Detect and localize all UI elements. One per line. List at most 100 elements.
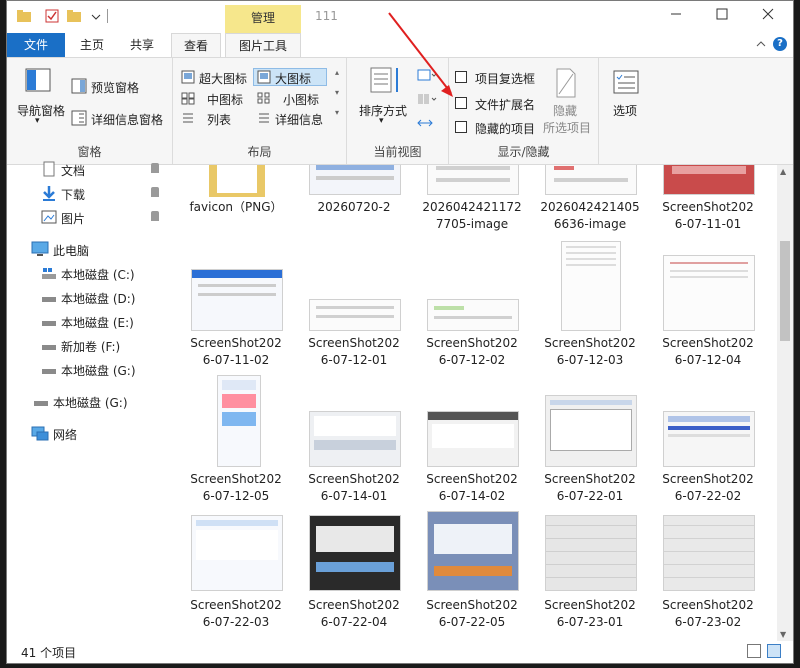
layout-expand-icon[interactable]: ▾ (335, 108, 339, 117)
layout-group-label: 布局 (247, 145, 272, 159)
file-name-line2: 6-07-12-03 (556, 353, 624, 367)
preview-pane-button[interactable]: 预览窗格 (91, 79, 139, 96)
nav-item-drive-g-root[interactable]: 本地磁盘 (G:) (7, 391, 165, 413)
large-icons-view-toggle-icon[interactable] (767, 644, 781, 658)
scroll-up-icon[interactable]: ▲ (780, 167, 786, 176)
large-icons-icon (257, 70, 271, 87)
item-checkboxes-label[interactable]: 项目复选框 (475, 70, 535, 87)
brick-texture-thumbnail (545, 515, 637, 591)
nav-item-downloads[interactable]: 下载 (7, 183, 165, 205)
options-button[interactable]: 选项 (613, 102, 637, 119)
navigation-pane-button[interactable]: 导航窗格 (17, 102, 65, 119)
file-name-line1: ScreenShot202 (544, 598, 636, 612)
file-item[interactable]: favicon（PNG） (177, 165, 289, 273)
chevron-down-icon[interactable]: ▾ (379, 116, 384, 126)
file-name-line2: 6-07-11-01 (674, 217, 742, 231)
file-item[interactable]: ScreenShot202 6-07-12-01 (295, 265, 407, 397)
file-item[interactable]: ScreenShot202 6-07-23-01 (531, 515, 643, 641)
file-item[interactable]: ScreenShot202 6-07-12-05 (177, 375, 289, 533)
nav-item-network[interactable]: 网络 (7, 423, 165, 445)
file-item[interactable]: 20260720-2 (295, 165, 407, 273)
pin-icon[interactable] (151, 211, 159, 221)
scrollbar-thumb[interactable] (780, 241, 790, 341)
help-icon[interactable]: ? (773, 37, 787, 51)
collapse-ribbon-icon[interactable] (755, 38, 767, 53)
nav-item-this-pc[interactable]: 此电脑 (7, 239, 165, 261)
pin-icon[interactable] (151, 163, 159, 173)
status-bar: 41 个项目 (7, 641, 793, 663)
medium-icons-option[interactable]: 中图标 (207, 91, 243, 108)
layout-scroll-up-icon[interactable]: ▴ (335, 68, 339, 77)
folder-icon (207, 165, 267, 202)
image-thumbnail (309, 165, 401, 195)
hidden-items-checkbox[interactable] (455, 121, 467, 133)
file-item[interactable]: 2026042421172 7705-image (413, 165, 525, 273)
file-name-line1: ScreenShot202 (190, 336, 282, 350)
details-view-toggle-icon[interactable] (747, 644, 761, 658)
file-item[interactable]: ScreenShot202 6-07-22-01 (531, 395, 643, 533)
tab-view[interactable]: 查看 (171, 33, 221, 57)
documents-icon (41, 161, 57, 180)
nav-item-documents[interactable]: 文档 (7, 159, 165, 181)
maximize-button[interactable] (699, 1, 745, 31)
file-extensions-checkbox[interactable] (455, 97, 467, 109)
file-extensions-label[interactable]: 文件扩展名 (475, 96, 535, 113)
layout-scroll-down-icon[interactable]: ▾ (335, 88, 339, 97)
image-thumbnail (545, 165, 637, 195)
pin-icon[interactable] (151, 187, 159, 197)
vertical-scrollbar[interactable]: ▲ ▼ (777, 165, 793, 641)
group-by-icon[interactable] (417, 68, 437, 85)
small-icons-option[interactable]: 小图标 (283, 91, 319, 108)
file-item[interactable]: ScreenShot202 6-07-14-01 (295, 401, 407, 533)
tab-home[interactable]: 主页 (69, 33, 115, 57)
context-tab-manage[interactable]: 管理 (225, 5, 301, 33)
nav-item-pictures[interactable]: 图片 (7, 207, 165, 229)
image-thumbnail (217, 375, 261, 467)
file-item[interactable]: ScreenShot202 6-07-12-03 (531, 241, 643, 397)
nav-item-drive-d[interactable]: 本地磁盘 (D:) (7, 287, 165, 309)
nav-item-drive-c[interactable]: 本地磁盘 (C:) (7, 263, 165, 285)
tab-picture-tools[interactable]: 图片工具 (225, 33, 301, 57)
tab-share[interactable]: 共享 (119, 33, 165, 57)
item-checkboxes-checkbox[interactable] (455, 71, 467, 83)
file-item[interactable]: ScreenShot202 6-07-22-04 (295, 515, 407, 641)
details-pane-button[interactable]: 详细信息窗格 (91, 111, 163, 128)
size-columns-icon[interactable] (417, 116, 433, 133)
image-thumbnail (561, 241, 621, 331)
file-name-line2: 6-07-12-04 (674, 353, 742, 367)
nav-item-drive-g[interactable]: 本地磁盘 (G:) (7, 359, 165, 381)
file-item[interactable]: ScreenShot202 6-07-22-05 (413, 511, 525, 641)
extra-large-icons-option[interactable]: 超大图标 (199, 70, 247, 87)
file-item[interactable]: ScreenShot202 6-07-12-04 (649, 255, 761, 397)
file-name-line2: 7705-image (435, 217, 509, 231)
tab-file[interactable]: 文件 (7, 33, 65, 57)
hide-selected-button[interactable]: 隐藏 (553, 102, 577, 119)
nav-item-drive-f[interactable]: 新加卷 (F:) (7, 335, 165, 357)
details-view-icon (257, 111, 271, 128)
properties-icon[interactable] (45, 9, 59, 23)
close-icon (762, 8, 774, 20)
brick-texture-thumbnail (663, 515, 755, 591)
sort-by-icon (369, 66, 403, 99)
chevron-down-icon[interactable]: ▾ (35, 116, 40, 126)
image-thumbnail (309, 411, 401, 467)
file-item[interactable]: ScreenShot202 6-07-12-02 (413, 265, 525, 397)
nav-item-drive-e[interactable]: 本地磁盘 (E:) (7, 311, 165, 333)
chevron-down-icon[interactable] (89, 9, 103, 23)
file-name-line2: 6-07-12-02 (438, 353, 506, 367)
file-name-line1: ScreenShot202 (662, 336, 754, 350)
file-name-line1: ScreenShot202 (662, 472, 754, 486)
new-folder-icon[interactable] (67, 9, 81, 23)
large-icons-option[interactable]: 大图标 (275, 70, 311, 87)
details-option[interactable]: 详细信息 (275, 111, 323, 128)
hidden-items-label[interactable]: 隐藏的项目 (475, 120, 535, 137)
scroll-down-icon[interactable]: ▼ (780, 630, 786, 639)
add-columns-icon[interactable] (417, 92, 437, 109)
file-item[interactable]: ScreenShot202 6-07-22-03 (177, 515, 289, 641)
minimize-button[interactable] (653, 1, 699, 31)
list-option[interactable]: 列表 (207, 111, 231, 128)
close-button[interactable] (745, 1, 791, 31)
nav-item-label: 网络 (53, 428, 78, 442)
file-item[interactable]: ScreenShot202 6-07-23-02 (649, 515, 761, 641)
file-item[interactable]: ScreenShot202 6-07-22-02 (649, 401, 761, 533)
